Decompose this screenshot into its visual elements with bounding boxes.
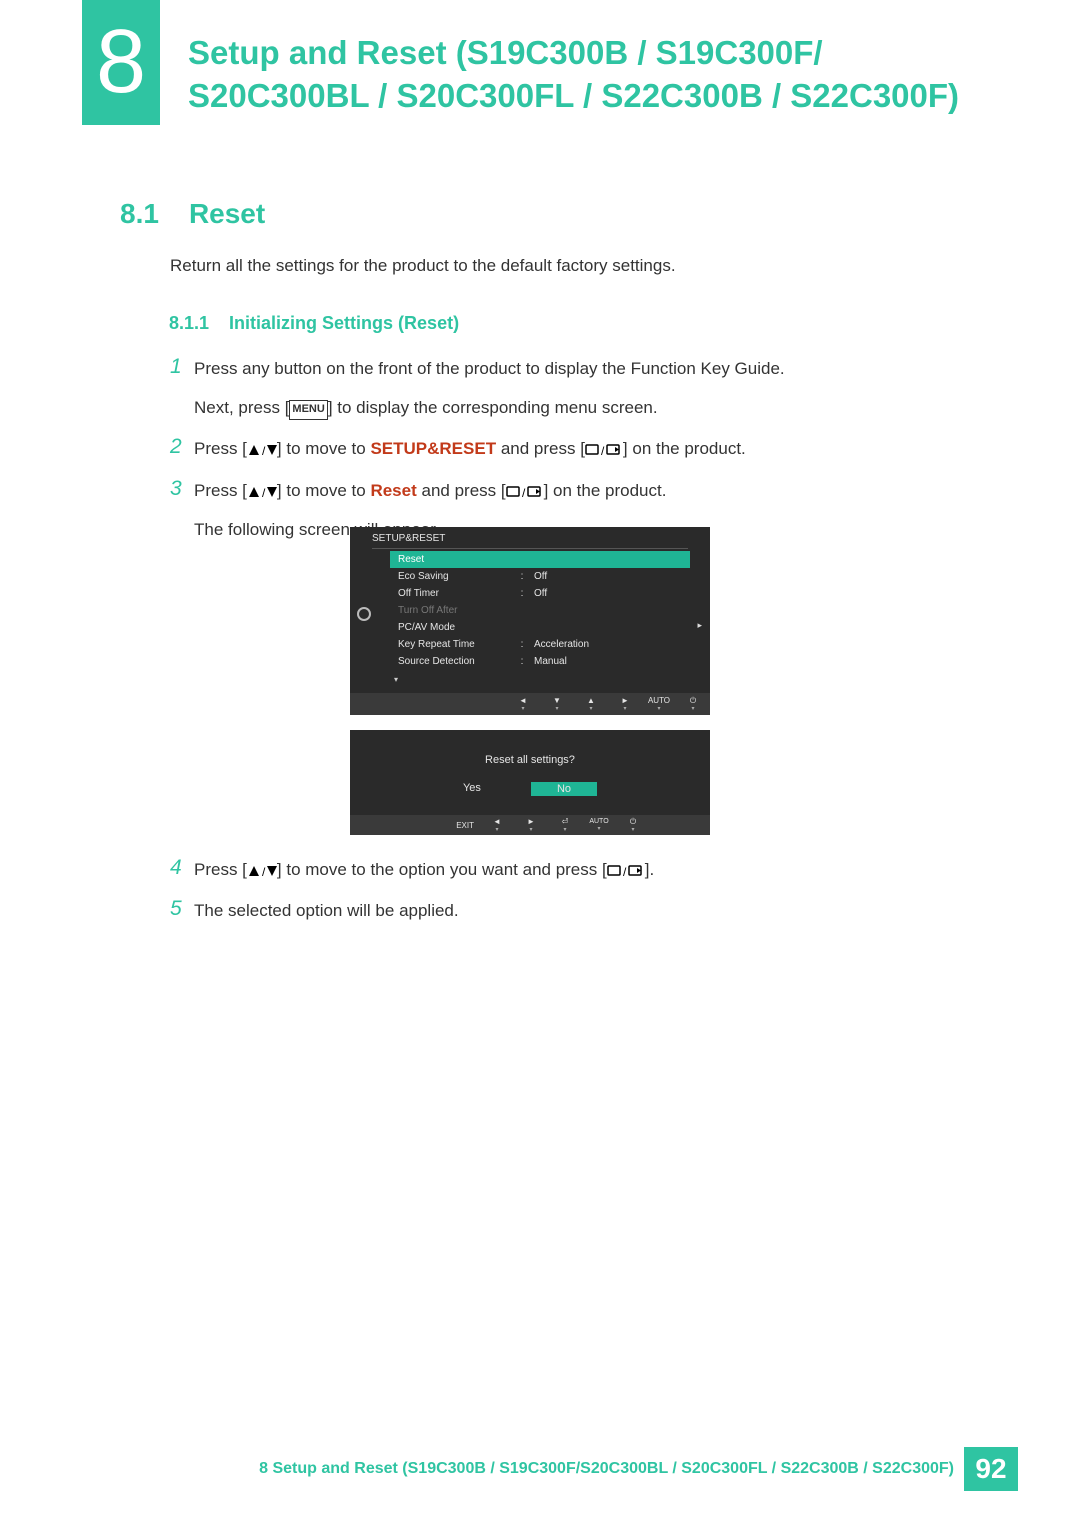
chevron-down-icon: ▾ (394, 675, 398, 684)
osd-setup-reset-screenshot: SETUP&RESET Reset Eco Saving:Off Off Tim… (350, 527, 710, 715)
osd-auto-label: AUTO▾ (642, 693, 676, 715)
step-text: and press [ (496, 439, 585, 458)
svg-text:/: / (262, 444, 266, 457)
step-text: Press [ (194, 439, 247, 458)
osd-nav-right-icon: ►▾ (514, 818, 548, 833)
subsection-title: Initializing Settings (Reset) (229, 313, 459, 333)
osd-exit-label: EXIT (350, 821, 480, 830)
step-text: Press [ (194, 481, 247, 500)
gear-icon (357, 607, 371, 621)
subsection-number: 8.1.1 (169, 313, 209, 334)
osd-row-reset: Reset (390, 551, 690, 568)
step-text: Next, press [ (194, 398, 289, 417)
osd-enter-icon: ⏎▾ (548, 818, 582, 833)
osd-nav-right-icon: ►▾ (608, 693, 642, 715)
footer-chapter-text: 8 Setup and Reset (S19C300B / S19C300F/S… (259, 1460, 954, 1478)
osd-row-key-repeat: Key Repeat Time:Acceleration (390, 636, 690, 653)
osd-row-pcav-mode: PC/AV Mode (390, 619, 690, 636)
osd-confirm-options: Yes No (350, 782, 710, 796)
osd-power-icon: ⏻▾ (616, 818, 650, 833)
osd-nav-left-icon: ◄▾ (506, 693, 540, 715)
source-enter-icon: / (585, 443, 623, 457)
up-down-icon: / (247, 443, 277, 457)
osd-row-eco-saving: Eco Saving:Off (390, 568, 690, 585)
step-number: 4 (170, 856, 194, 879)
source-enter-icon: / (607, 864, 645, 878)
step-4: 4 Press [ / ] to move to the option you wa… (170, 856, 990, 883)
step-number: 3 (170, 477, 194, 500)
section-number: 8.1 (120, 198, 159, 230)
osd-nav-down-icon: ▼▾ (540, 693, 574, 715)
page-number-badge: 92 (964, 1447, 1018, 1491)
chevron-right-icon: ▸ (697, 620, 702, 631)
step-text: and press [ (417, 481, 506, 500)
page-footer: 8 Setup and Reset (S19C300B / S19C300F/S… (0, 1447, 1080, 1491)
steps-list-continued: 4 Press [ / ] to move to the option you wa… (170, 856, 990, 938)
svg-text:/: / (623, 865, 627, 878)
menu-button-label: MENU (289, 400, 327, 420)
osd-auto-label: AUTO▾ (582, 818, 616, 832)
step-body: The selected option will be applied. (194, 897, 459, 924)
step-text: Press any button on the front of the pro… (194, 359, 785, 378)
osd-option-yes: Yes (463, 782, 481, 796)
svg-text:/: / (522, 486, 526, 499)
section-title: Reset (189, 198, 265, 229)
osd-nav-up-icon: ▲▾ (574, 693, 608, 715)
step-2: 2 Press [ / ] to move to SETUP&RESET and p… (170, 435, 990, 462)
osd-row-off-timer: Off Timer:Off (390, 585, 690, 602)
step-1: 1 Press any button on the front of the p… (170, 355, 990, 421)
section-8-1-1-heading: 8.1.1 Initializing Settings (Reset) (169, 313, 459, 334)
osd-confirm-question: Reset all settings? (350, 754, 710, 766)
osd-power-icon: ⏻▾ (676, 693, 710, 715)
step-text: ] to move to (277, 481, 371, 500)
osd-button-bar: EXIT ◄▾ ►▾ ⏎▾ AUTO▾ ⏻▾ (350, 815, 710, 835)
osd-title: SETUP&RESET (372, 533, 445, 544)
chapter-number-badge: 8 (82, 0, 160, 125)
step-number: 5 (170, 897, 194, 920)
osd-confirm-screenshot: Reset all settings? Yes No EXIT ◄▾ ►▾ ⏎▾… (350, 730, 710, 835)
up-down-icon: / (247, 864, 277, 878)
osd-row-source-detection: Source Detection:Manual (390, 653, 690, 670)
section-intro-text: Return all the settings for the product … (170, 256, 676, 276)
step-text: ] on the product. (544, 481, 667, 500)
step-text: ]. (645, 860, 654, 879)
step-body: Press [ / ] to move to the option you want… (194, 856, 654, 883)
step-number: 2 (170, 435, 194, 458)
reset-keyword: Reset (370, 481, 416, 500)
setup-reset-keyword: SETUP&RESET (370, 439, 496, 458)
osd-button-bar: ◄▾ ▼▾ ▲▾ ►▾ AUTO▾ ⏻▾ (350, 693, 710, 715)
step-text: ] to move to the option you want and pre… (277, 860, 607, 879)
step-body: Press any button on the front of the pro… (194, 355, 785, 421)
osd-nav-left-icon: ◄▾ (480, 818, 514, 833)
step-text: The selected option will be applied. (194, 901, 459, 920)
svg-text:/: / (601, 444, 605, 457)
chapter-title: Setup and Reset (S19C300B / S19C300F/ S2… (188, 32, 1008, 118)
step-number: 1 (170, 355, 194, 378)
step-text: ] to display the corresponding menu scre… (328, 398, 658, 417)
manual-page: 8 Setup and Reset (S19C300B / S19C300F/ … (0, 0, 1080, 1527)
section-8-1-heading: 8.1 Reset (120, 198, 265, 230)
osd-row-turn-off-after: Turn Off After (390, 602, 690, 619)
step-5: 5 The selected option will be applied. (170, 897, 990, 924)
source-enter-icon: / (506, 485, 544, 499)
up-down-icon: / (247, 485, 277, 499)
step-body: Press [ / ] to move to SETUP&RESET and pre… (194, 435, 746, 462)
svg-text:/: / (262, 486, 266, 499)
step-text: ] to move to (277, 439, 371, 458)
svg-text:/: / (262, 865, 266, 878)
osd-menu-panel: Reset Eco Saving:Off Off Timer:Off Turn … (390, 551, 690, 670)
step-text: Press [ (194, 860, 247, 879)
osd-option-no: No (531, 782, 597, 796)
step-text: ] on the product. (623, 439, 746, 458)
